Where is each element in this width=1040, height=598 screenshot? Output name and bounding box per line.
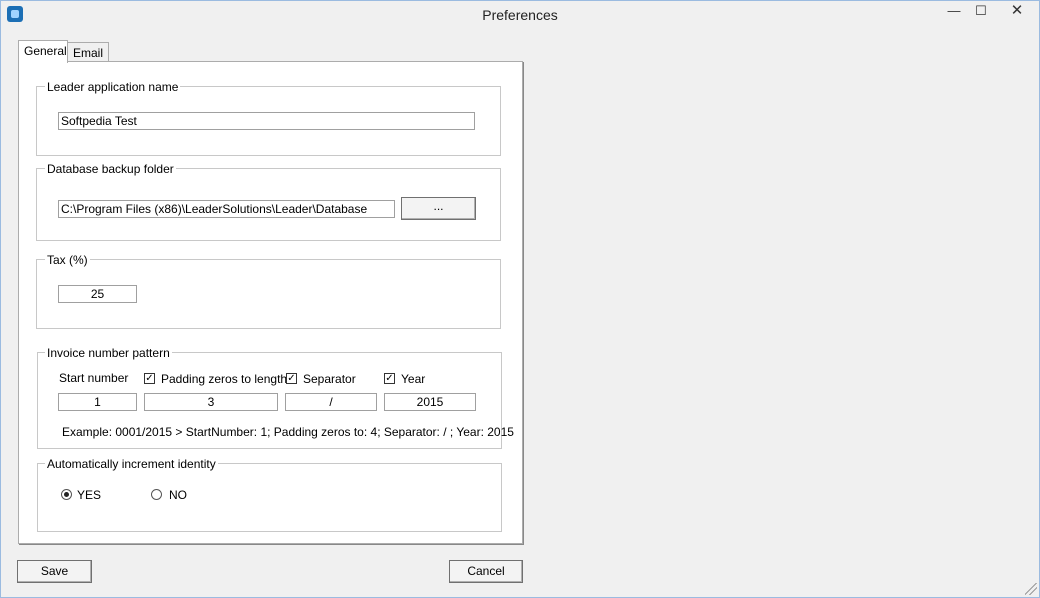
- year-label: Year: [401, 372, 426, 386]
- resize-grip-icon[interactable]: [1025, 583, 1037, 595]
- minimize-icon: —: [947, 3, 961, 18]
- backup-folder-legend: Database backup folder: [45, 162, 176, 176]
- browse-folder-button[interactable]: ...: [401, 197, 476, 220]
- increment-identity-legend: Automatically increment identity: [45, 457, 218, 471]
- tax-input[interactable]: 25: [58, 285, 137, 303]
- preferences-window: Preferences — ☐ ✕ General Email Leader a…: [0, 0, 1040, 598]
- start-number-label: Start number: [59, 371, 129, 385]
- checkmark-icon: ✓: [385, 373, 394, 384]
- tax-legend: Tax (%): [45, 253, 90, 267]
- maximize-icon: ☐: [975, 3, 987, 18]
- backup-folder-input[interactable]: C:\Program Files (x86)\LeaderSolutions\L…: [58, 200, 395, 218]
- leader-app-legend: Leader application name: [45, 80, 181, 94]
- padding-zeros-checkbox[interactable]: ✓: [144, 373, 155, 384]
- checkmark-icon: ✓: [145, 373, 154, 384]
- year-checkbox[interactable]: ✓: [384, 373, 395, 384]
- close-icon: ✕: [1010, 2, 1024, 19]
- padding-zeros-label: Padding zeros to length: [161, 372, 288, 386]
- window-title: Preferences: [482, 7, 558, 23]
- yes-label: YES: [77, 488, 102, 502]
- maximize-button[interactable]: ☐: [967, 1, 995, 21]
- invoice-pattern-legend: Invoice number pattern: [45, 346, 172, 360]
- tab-general[interactable]: General: [18, 40, 68, 63]
- start-number-input[interactable]: 1: [58, 393, 137, 411]
- year-input[interactable]: 2015: [384, 393, 476, 411]
- invoice-example-text: Example: 0001/2015 > StartNumber: 1; Pad…: [62, 425, 514, 439]
- no-label: NO: [169, 488, 187, 502]
- title-bar: Preferences — ☐ ✕: [1, 1, 1039, 28]
- separator-input[interactable]: /: [285, 393, 377, 411]
- no-radio[interactable]: [151, 489, 162, 500]
- tab-email[interactable]: Email: [67, 42, 109, 63]
- minimize-button[interactable]: —: [939, 1, 969, 21]
- leader-app-name-input[interactable]: Softpedia Test: [58, 112, 475, 130]
- cancel-button[interactable]: Cancel: [449, 560, 523, 583]
- general-tab-panel: Leader application name Softpedia Test D…: [18, 61, 523, 544]
- save-button[interactable]: Save: [17, 560, 92, 583]
- close-button[interactable]: ✕: [996, 1, 1038, 21]
- separator-checkbox[interactable]: ✓: [286, 373, 297, 384]
- checkmark-icon: ✓: [287, 373, 296, 384]
- padding-zeros-input[interactable]: 3: [144, 393, 278, 411]
- separator-label: Separator: [303, 372, 356, 386]
- yes-radio[interactable]: [61, 489, 72, 500]
- increment-identity-group: [37, 463, 502, 532]
